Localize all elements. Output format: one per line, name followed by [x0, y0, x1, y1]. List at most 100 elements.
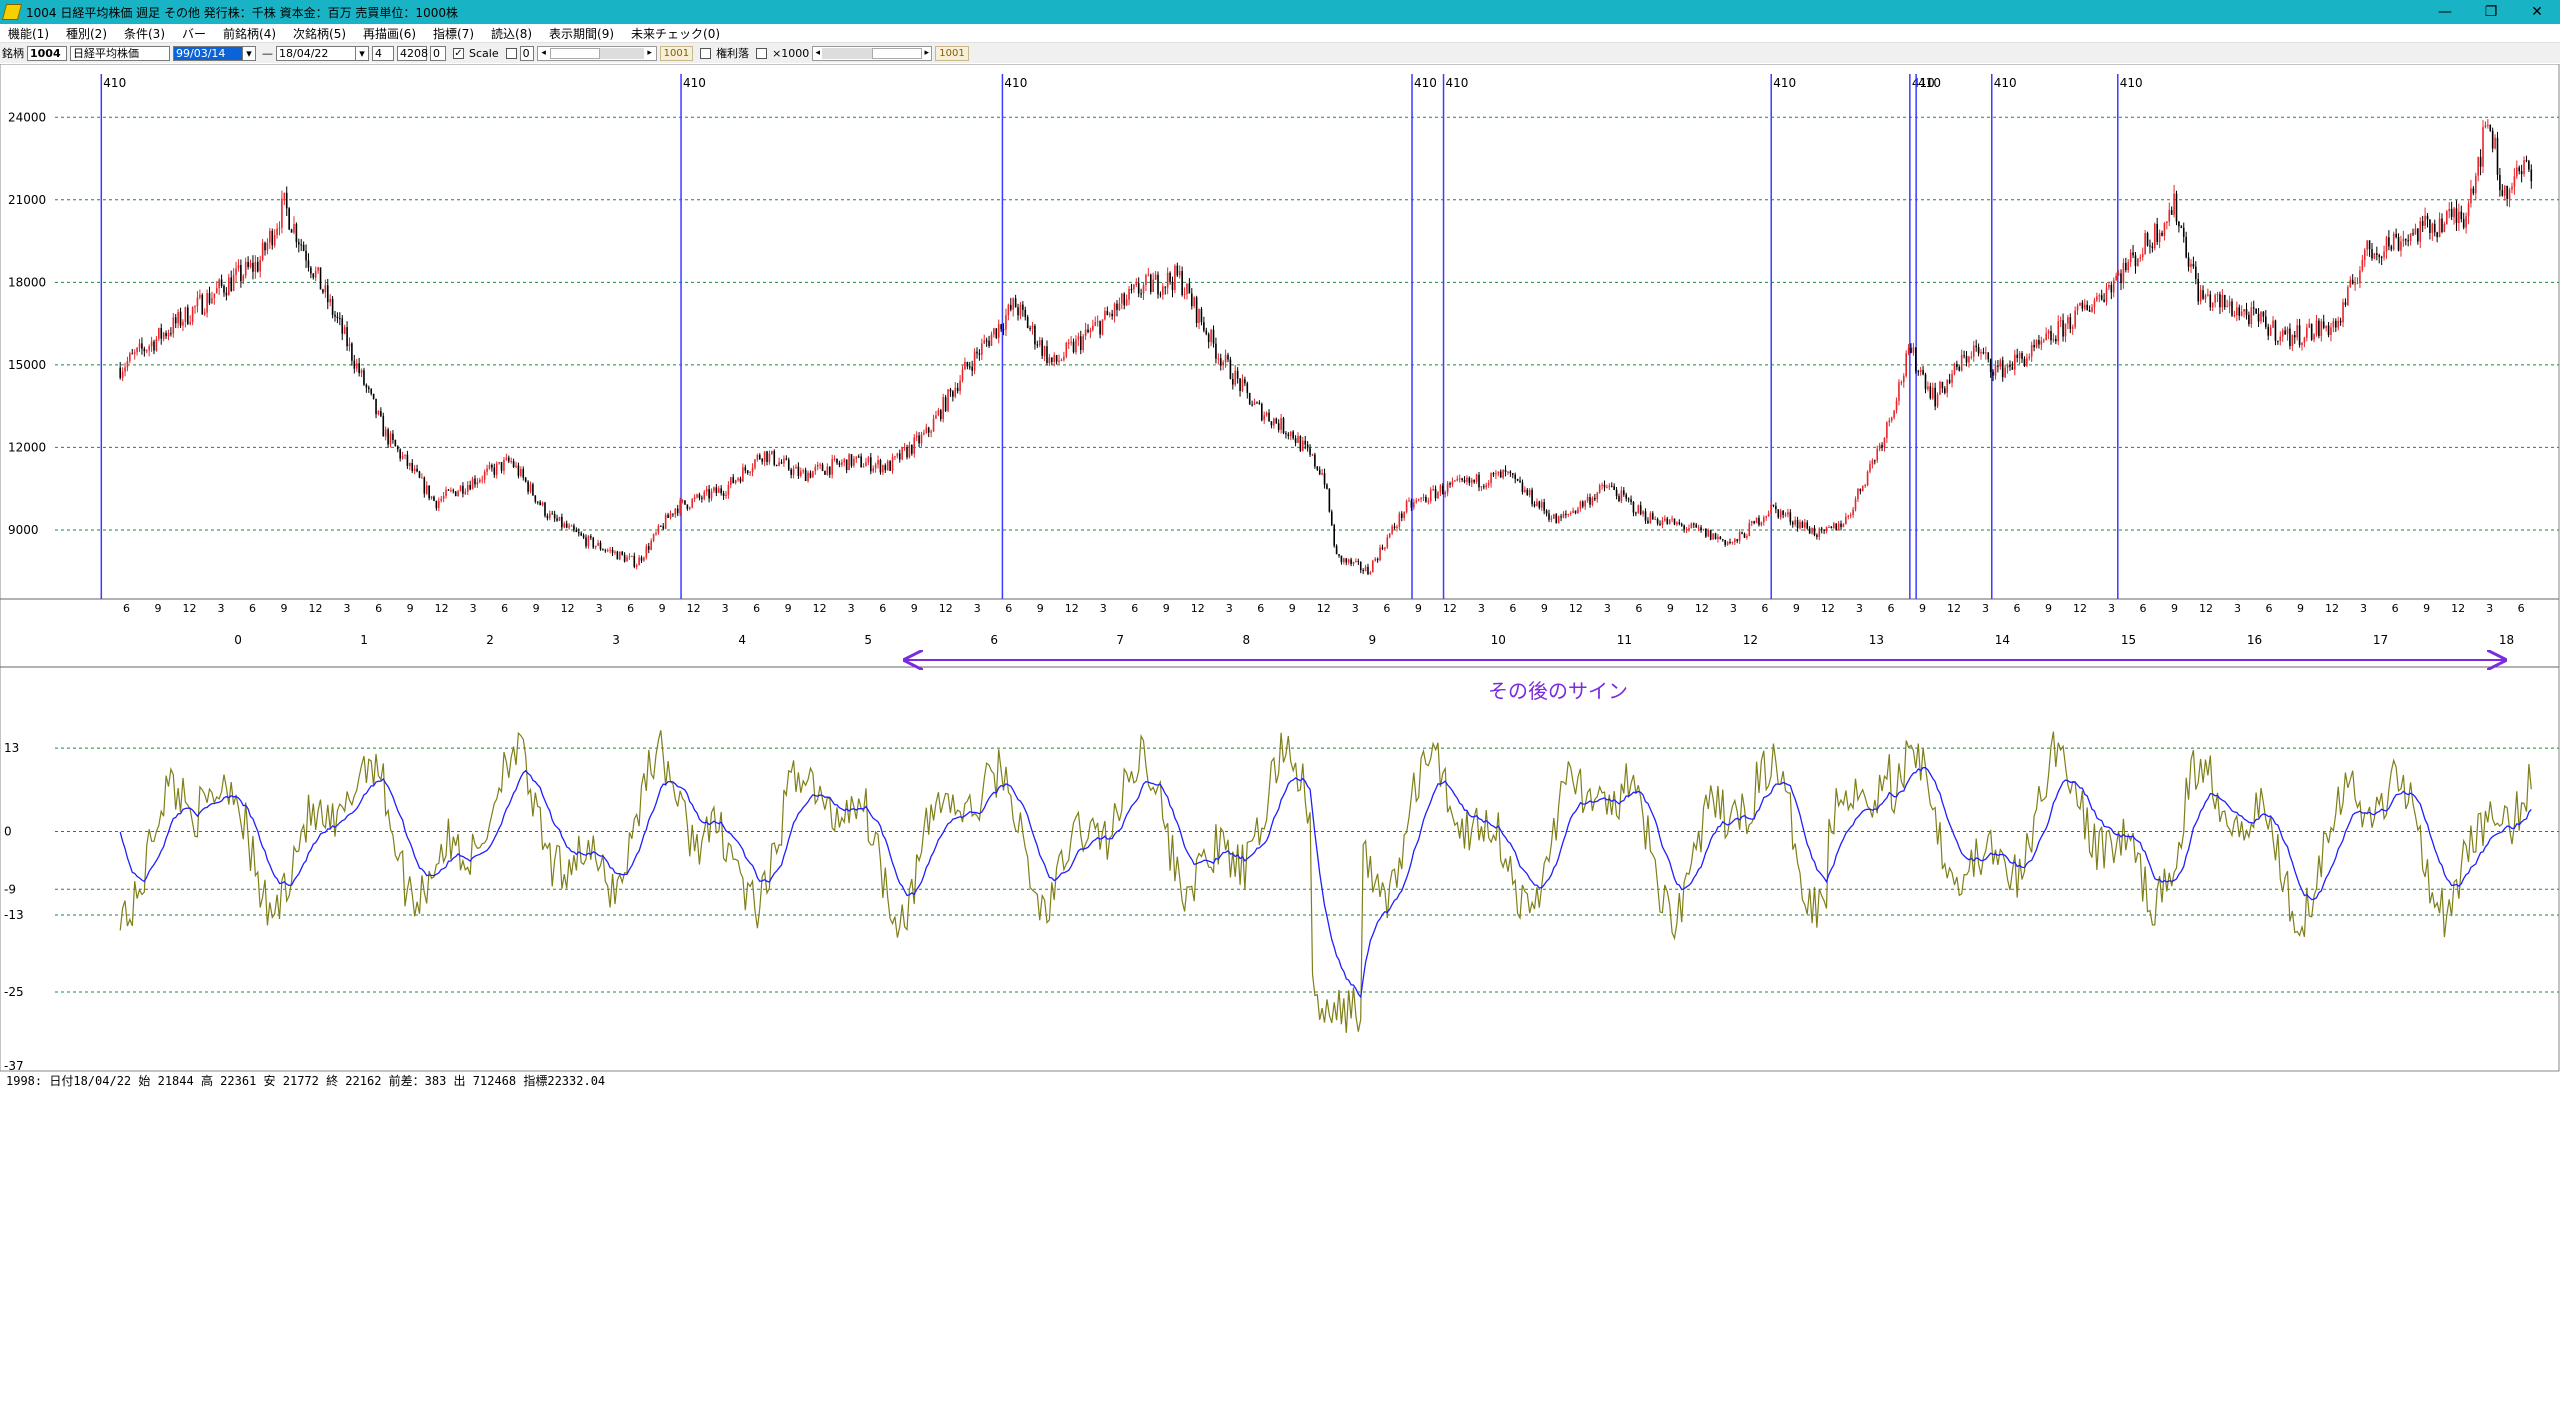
candle-body: [1948, 379, 1951, 383]
scroll-left-icon-2[interactable]: ◂: [813, 48, 822, 58]
menu-redraw[interactable]: 再描画(6): [355, 25, 425, 42]
candle-body: [944, 397, 947, 411]
date-from-input[interactable]: 99/03/14: [173, 45, 243, 61]
candle-body: [676, 508, 679, 514]
candle-body: [828, 466, 831, 475]
menu-condition[interactable]: 条件(3): [116, 25, 174, 42]
minimize-button[interactable]: —: [2422, 0, 2468, 24]
scroll-left-icon[interactable]: ◂: [538, 48, 550, 58]
field-b-input[interactable]: 4208: [397, 45, 428, 61]
stock-name-field[interactable]: 日経平均株価: [70, 45, 170, 61]
candle-body: [549, 513, 551, 519]
event-marker-label: 410: [1994, 76, 2017, 90]
date-from-dropdown-icon[interactable]: ▾: [242, 45, 256, 61]
candle-body: [1521, 482, 1524, 493]
candle-body: [1318, 469, 1321, 475]
candle-body: [261, 242, 264, 261]
event-marker-label: 410: [1918, 76, 1941, 90]
menu-next-stock[interactable]: 次銘柄(5): [285, 25, 355, 42]
candle-body: [416, 468, 418, 472]
indicator-y-tick: -37: [4, 1059, 24, 1072]
date-to-input[interactable]: 18/04/22: [276, 45, 356, 61]
candle-body: [237, 265, 240, 269]
candle-body: [2380, 256, 2383, 258]
candle-body: [409, 462, 411, 466]
candle-body: [310, 267, 312, 274]
scroll-thumb-2[interactable]: [872, 47, 923, 59]
candle-body: [1253, 402, 1256, 405]
menu-type[interactable]: 種別(2): [58, 25, 116, 42]
scroll-track[interactable]: [549, 47, 644, 59]
candle-body: [2462, 219, 2465, 228]
multiplier-checkbox[interactable]: [756, 47, 768, 59]
candle-body: [2199, 290, 2202, 302]
candle-body: [594, 545, 597, 548]
candle-body: [783, 458, 785, 464]
period-scrollbar[interactable]: ◂ ▸: [536, 45, 657, 61]
candle-body: [1239, 378, 1241, 391]
field-a-input[interactable]: 4: [372, 45, 394, 61]
code-input[interactable]: 1004: [27, 45, 67, 61]
candle-body: [1869, 464, 1871, 472]
candle-body: [179, 311, 182, 326]
scale-zero-checkbox[interactable]: [505, 47, 517, 59]
candle-body: [2479, 157, 2482, 167]
candle-body: [2125, 262, 2127, 271]
candle-body: [1842, 524, 1845, 528]
candle-body: [457, 491, 459, 497]
candle-body: [1830, 526, 1833, 529]
chart-area[interactable]: 24000210001800015000120009000 410 410 410 4…: [0, 64, 2560, 1072]
candle-body: [626, 557, 628, 562]
candle-body: [2223, 294, 2226, 308]
candle-body: [966, 362, 969, 367]
menu-function[interactable]: 機能(1): [0, 25, 58, 42]
candle-body: [1574, 510, 1577, 514]
candle-body: [1779, 510, 1782, 518]
scroll-track-2[interactable]: [822, 47, 923, 59]
scroll-right-icon-2[interactable]: ▸: [922, 48, 931, 58]
offset-scrollbar[interactable]: ◂ ▸: [812, 45, 933, 61]
candle-body: [614, 551, 616, 553]
candle-body: [2035, 340, 2038, 348]
menu-previous-stock[interactable]: 前銘柄(4): [215, 25, 285, 42]
candle-body: [2120, 273, 2122, 284]
dividend-checkbox[interactable]: [700, 47, 712, 59]
candle-body: [686, 504, 689, 509]
candle-body: [2359, 270, 2361, 283]
close-button[interactable]: ✕: [2514, 0, 2560, 24]
candle-body: [329, 298, 331, 303]
menu-indicator[interactable]: 指標(7): [425, 25, 483, 42]
candle-body: [1707, 530, 1710, 537]
candle-body: [2344, 302, 2347, 305]
candle-body: [1352, 561, 1355, 564]
candle-body: [2006, 364, 2009, 368]
candle-body: [1128, 288, 1130, 300]
scale-value-field[interactable]: 0: [519, 45, 534, 61]
month-tick-label: 9: [659, 602, 666, 615]
menu-display-period[interactable]: 表示期間(9): [541, 25, 623, 42]
restore-button[interactable]: ❐: [2468, 0, 2514, 24]
date-to-dropdown-icon[interactable]: ▾: [355, 45, 369, 61]
candle-body: [290, 229, 293, 233]
candle-body: [462, 485, 464, 494]
candle-body: [1886, 422, 1888, 439]
candle-body: [331, 298, 334, 315]
menu-future-check[interactable]: 未来チェック(0): [623, 25, 729, 42]
candle-body: [1466, 477, 1468, 482]
dividend-label: 権利落: [716, 47, 750, 60]
candle-body: [882, 465, 884, 473]
scroll-right-icon[interactable]: ▸: [644, 48, 656, 58]
month-tick-label: 3: [1352, 602, 1359, 615]
candle-body: [973, 351, 976, 371]
candle-body: [2407, 240, 2409, 242]
menu-bar-item[interactable]: バー: [174, 25, 215, 42]
candle-body: [1031, 325, 1034, 329]
field-c-input[interactable]: 0: [430, 45, 446, 61]
menu-load[interactable]: 読込(8): [483, 25, 541, 42]
scroll-thumb[interactable]: [549, 47, 600, 59]
candle-body: [360, 370, 363, 374]
candle-body: [2354, 283, 2356, 285]
month-tick-label: 3: [974, 602, 981, 615]
scale-checkbox[interactable]: ✓: [453, 47, 464, 59]
candle-body: [633, 555, 636, 567]
